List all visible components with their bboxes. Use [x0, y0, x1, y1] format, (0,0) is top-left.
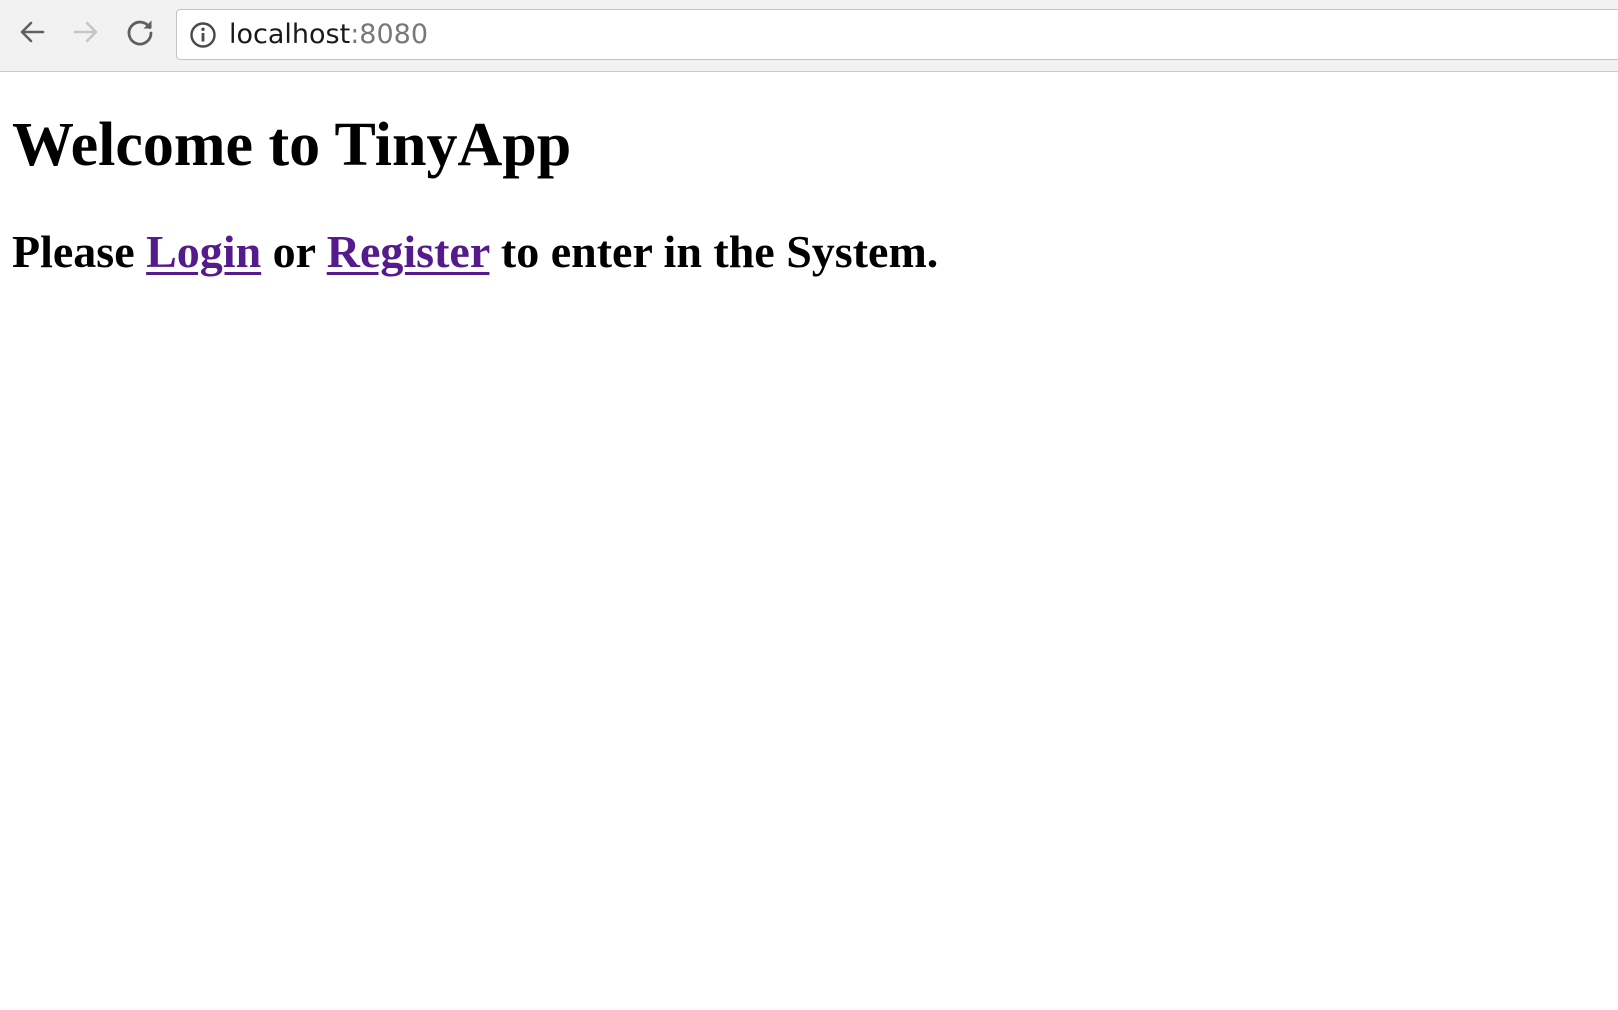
- register-link[interactable]: Register: [327, 226, 490, 277]
- url-text[interactable]: localhost:8080: [229, 19, 428, 50]
- back-arrow-icon: [16, 16, 48, 53]
- info-icon[interactable]: [189, 21, 217, 49]
- reload-button[interactable]: [120, 14, 160, 54]
- prompt-text-after: to enter in the System.: [489, 226, 939, 277]
- browser-toolbar: localhost:8080: [0, 0, 1618, 72]
- prompt-text-middle: or: [261, 226, 327, 277]
- login-prompt: Please Login or Register to enter in the…: [12, 229, 938, 275]
- url-host: localhost: [229, 19, 351, 50]
- back-button[interactable]: [12, 14, 52, 54]
- page-title: Welcome to TinyApp: [12, 111, 572, 179]
- forward-arrow-icon: [70, 16, 102, 53]
- address-bar[interactable]: localhost:8080: [176, 9, 1618, 60]
- prompt-text-before: Please: [12, 226, 147, 277]
- url-port: :8080: [350, 19, 429, 50]
- reload-icon: [124, 16, 156, 53]
- forward-button[interactable]: [66, 14, 106, 54]
- login-link[interactable]: Login: [146, 226, 261, 277]
